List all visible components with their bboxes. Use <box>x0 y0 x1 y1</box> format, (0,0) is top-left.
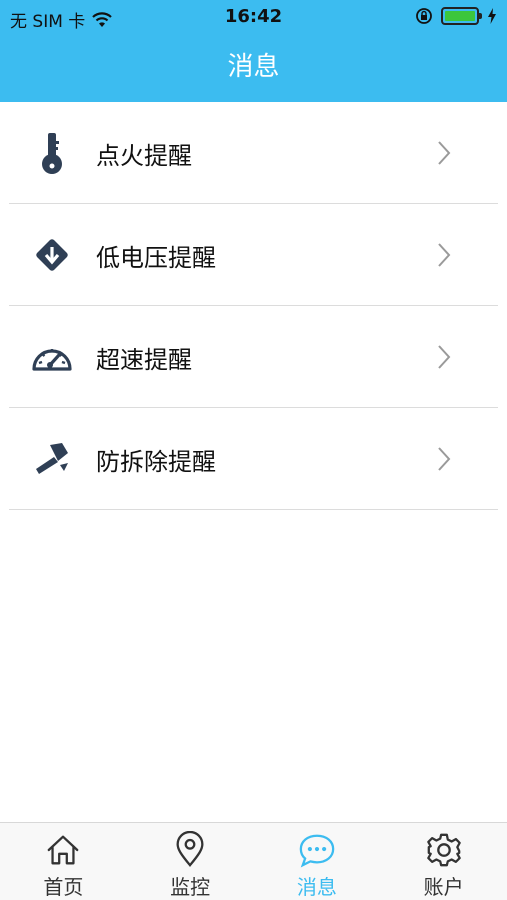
home-icon <box>47 835 79 865</box>
tab-home[interactable]: 首页 <box>0 823 127 900</box>
list-item-overspeed-reminder[interactable]: 超速提醒 <box>0 306 507 408</box>
orientation-lock-icon <box>416 8 432 24</box>
key-icon <box>30 131 74 175</box>
voltage-down-icon <box>30 233 74 277</box>
status-right <box>415 7 497 25</box>
gear-icon <box>426 833 461 867</box>
location-pin-icon <box>176 831 204 867</box>
status-bar: 无 SIM 卡 16:42 <box>0 0 507 36</box>
list-item-low-voltage-reminder[interactable]: 低电压提醒 <box>0 204 507 306</box>
chevron-right-icon <box>438 141 451 165</box>
tab-messages[interactable]: 消息 <box>254 823 381 900</box>
charging-icon <box>488 8 496 24</box>
tab-account[interactable]: 账户 <box>380 823 507 900</box>
list-item-ignition-reminder[interactable]: 点火提醒 <box>0 102 507 204</box>
list-item-anti-removal-reminder[interactable]: 防拆除提醒 <box>0 408 507 510</box>
tab-label: 消息 <box>296 875 337 899</box>
chat-bubble-icon <box>299 834 335 868</box>
list-item-label: 点火提醒 <box>96 141 192 170</box>
tab-label: 账户 <box>423 875 464 899</box>
tab-label: 监控 <box>170 875 211 899</box>
chevron-right-icon <box>438 447 451 471</box>
hammer-icon <box>30 437 74 481</box>
page-title: 消息 <box>227 52 280 82</box>
tab-label: 首页 <box>43 875 84 899</box>
top-bar: 无 SIM 卡 16:42 消息 <box>0 0 507 102</box>
chevron-right-icon <box>438 243 451 267</box>
list-item-label: 超速提醒 <box>96 345 192 374</box>
reminder-list: 点火提醒 低电压提醒 超速提醒 防拆除提醒 <box>0 102 507 510</box>
list-item-label: 防拆除提醒 <box>96 447 216 476</box>
tab-bar: 首页 监控 消息 账户 <box>0 822 507 900</box>
battery-level <box>445 11 475 21</box>
chevron-right-icon <box>438 345 451 369</box>
tab-monitor[interactable]: 监控 <box>127 823 254 900</box>
list-item-label: 低电压提醒 <box>96 243 216 272</box>
battery-icon <box>441 7 482 25</box>
speedometer-icon <box>30 335 74 379</box>
